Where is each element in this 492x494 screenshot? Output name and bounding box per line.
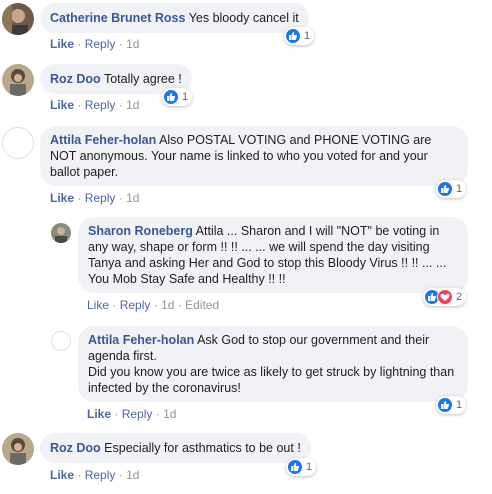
reply-link[interactable]: Reply [85, 468, 116, 482]
comment-bubble: Catherine Brunet Ross Yes bloody cancel … [40, 3, 309, 33]
reply-link[interactable]: Reply [85, 98, 116, 112]
timestamp[interactable]: 1d [126, 191, 139, 205]
comment-bubble: Attila Feher-holan Also POSTAL VOTING an… [40, 126, 468, 186]
reply-link[interactable]: Reply [120, 298, 151, 312]
like-reaction-icon [287, 459, 303, 475]
reaction-count[interactable]: 1 [286, 458, 317, 476]
comment-author[interactable]: Attila Feher-holan [50, 133, 156, 147]
reaction-count[interactable]: 1 [436, 396, 467, 414]
reply-author[interactable]: Attila Feher-holan [88, 333, 194, 347]
reaction-count-text: 2 [456, 291, 463, 303]
like-link[interactable]: Like [87, 407, 111, 421]
reaction-count[interactable]: 1 [284, 27, 315, 45]
reply-link[interactable]: Reply [85, 37, 116, 51]
comment-actions: Like · Reply · 1d [50, 191, 140, 205]
timestamp[interactable]: 1d [126, 37, 139, 51]
comment: Roz Doo Totally agree ! 1 Like · Reply ·… [0, 60, 492, 116]
edited-label[interactable]: Edited [185, 298, 219, 312]
reaction-count[interactable]: 2 [423, 288, 467, 306]
reply-bubble: Sharon Roneberg Attila ... Sharon and I … [78, 217, 468, 293]
comment-text: Yes bloody cancel it [188, 11, 299, 25]
timestamp[interactable]: 1d [126, 468, 139, 482]
avatar[interactable] [2, 64, 34, 96]
love-reaction-icon [437, 289, 453, 305]
timestamp[interactable]: 1d [163, 407, 176, 421]
avatar[interactable] [2, 127, 34, 159]
comment-actions: Like · Reply · 1d [50, 98, 140, 112]
avatar[interactable] [51, 331, 71, 351]
reaction-count-text: 1 [304, 30, 311, 42]
comment: Attila Feher-holan Also POSTAL VOTING an… [0, 122, 492, 422]
like-link[interactable]: Like [50, 98, 74, 112]
comment-text: Especially for asthmatics to be out ! [104, 441, 301, 455]
timestamp[interactable]: 1d [126, 98, 139, 112]
comment: Catherine Brunet Ross Yes bloody cancel … [0, 0, 492, 58]
avatar[interactable] [2, 433, 34, 465]
like-reaction-icon [163, 89, 179, 105]
reaction-count-text: 1 [456, 183, 463, 195]
comment-actions: Like · Reply · 1d [50, 468, 140, 482]
reply-text-line-2: Did you know you are twice as likely to … [88, 365, 455, 395]
comment-author[interactable]: Roz Doo [50, 72, 101, 86]
comment-author[interactable]: Roz Doo [50, 441, 101, 455]
comment-bubble: Roz Doo Especially for asthmatics to be … [40, 433, 311, 463]
reply-bubble: Attila Feher-holan Ask God to stop our g… [78, 326, 468, 402]
like-reaction-icon [437, 397, 453, 413]
comment-text: Totally agree ! [103, 72, 182, 86]
timestamp[interactable]: 1d [161, 298, 174, 312]
avatar[interactable] [51, 223, 71, 243]
like-link[interactable]: Like [50, 37, 74, 51]
like-reaction-icon [437, 181, 453, 197]
reaction-count-text: 1 [456, 399, 463, 411]
reply-link[interactable]: Reply [122, 407, 153, 421]
reaction-count-text: 1 [306, 461, 313, 473]
reply-link[interactable]: Reply [85, 191, 116, 205]
comment-author[interactable]: Catherine Brunet Ross [50, 11, 185, 25]
reaction-count-text: 1 [182, 91, 189, 103]
comment: Roz Doo Especially for asthmatics to be … [0, 428, 492, 494]
reaction-count[interactable]: 1 [436, 180, 467, 198]
reply-actions: Like · Reply · 1d · Edited [87, 298, 220, 312]
like-reaction-icon [285, 28, 301, 44]
reaction-count[interactable]: 1 [162, 88, 193, 106]
reply-actions: Like · Reply · 1d [87, 407, 177, 421]
like-link[interactable]: Like [87, 298, 109, 312]
like-link[interactable]: Like [50, 191, 74, 205]
reply-author[interactable]: Sharon Roneberg [88, 224, 193, 238]
comment-actions: Like · Reply · 1d [50, 37, 140, 51]
avatar[interactable] [2, 3, 34, 35]
like-link[interactable]: Like [50, 468, 74, 482]
